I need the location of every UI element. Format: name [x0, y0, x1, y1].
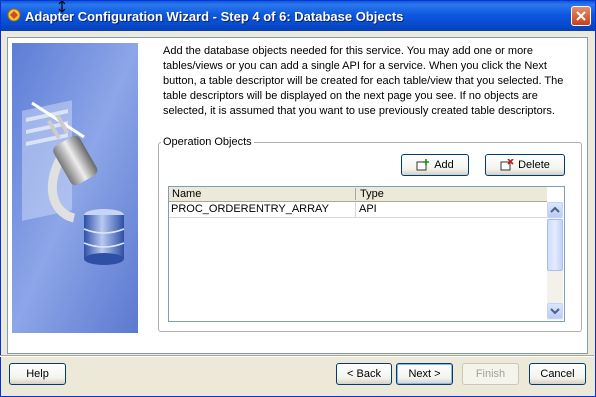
window-title: Adapter Configuration Wizard - Step 4 of… — [25, 9, 404, 24]
close-icon — [576, 11, 586, 21]
step-description: Add the database objects needed for this… — [163, 45, 564, 117]
add-button[interactable]: Add — [401, 154, 469, 176]
table-row[interactable]: PROC_ORDERENTRY_ARRAY API — [169, 202, 547, 218]
delete-button-label: Delete — [518, 159, 550, 171]
delete-icon — [500, 159, 514, 171]
operation-objects-legend: Operation Objects — [161, 136, 254, 148]
mouse-cursor-icon — [58, 1, 66, 13]
add-icon — [416, 159, 430, 171]
cell-type: API — [359, 203, 377, 215]
title-bar[interactable]: Adapter Configuration Wizard - Step 4 of… — [1, 1, 595, 31]
footer-divider-highlight — [0, 356, 594, 357]
cell-divider — [355, 202, 356, 217]
column-divider[interactable] — [355, 188, 356, 200]
scroll-down-icon — [550, 308, 560, 315]
next-button-label: Next > — [408, 368, 441, 380]
cancel-button-label: Cancel — [540, 368, 575, 380]
finish-button-label: Finish — [475, 368, 506, 380]
scroll-up-button[interactable] — [547, 202, 563, 218]
add-button-label: Add — [434, 159, 454, 171]
delete-button[interactable]: Delete — [485, 154, 565, 176]
help-button-label: Help — [26, 368, 49, 380]
finish-button[interactable]: Finish — [462, 363, 519, 385]
scroll-down-button[interactable] — [547, 303, 563, 319]
scroll-thumb[interactable] — [547, 219, 563, 271]
cell-name: PROC_ORDERENTRY_ARRAY — [171, 203, 329, 215]
back-button[interactable]: < Back — [336, 363, 392, 385]
plug-database-illustration — [12, 43, 138, 333]
vertical-scrollbar[interactable] — [547, 202, 563, 320]
scroll-up-icon — [550, 206, 560, 213]
column-header-type[interactable]: Type — [360, 188, 384, 200]
wizard-app-icon — [7, 8, 21, 22]
help-button[interactable]: Help — [9, 363, 66, 385]
table-header: Name Type — [169, 187, 547, 202]
close-button[interactable] — [571, 6, 591, 26]
operation-objects-table[interactable]: Name Type PROC_ORDERENTRY_ARRAY API — [168, 186, 565, 322]
back-button-label: < Back — [347, 368, 381, 380]
next-button[interactable]: Next > — [396, 363, 453, 385]
column-header-name[interactable]: Name — [172, 188, 201, 200]
cancel-button[interactable]: Cancel — [529, 363, 586, 385]
